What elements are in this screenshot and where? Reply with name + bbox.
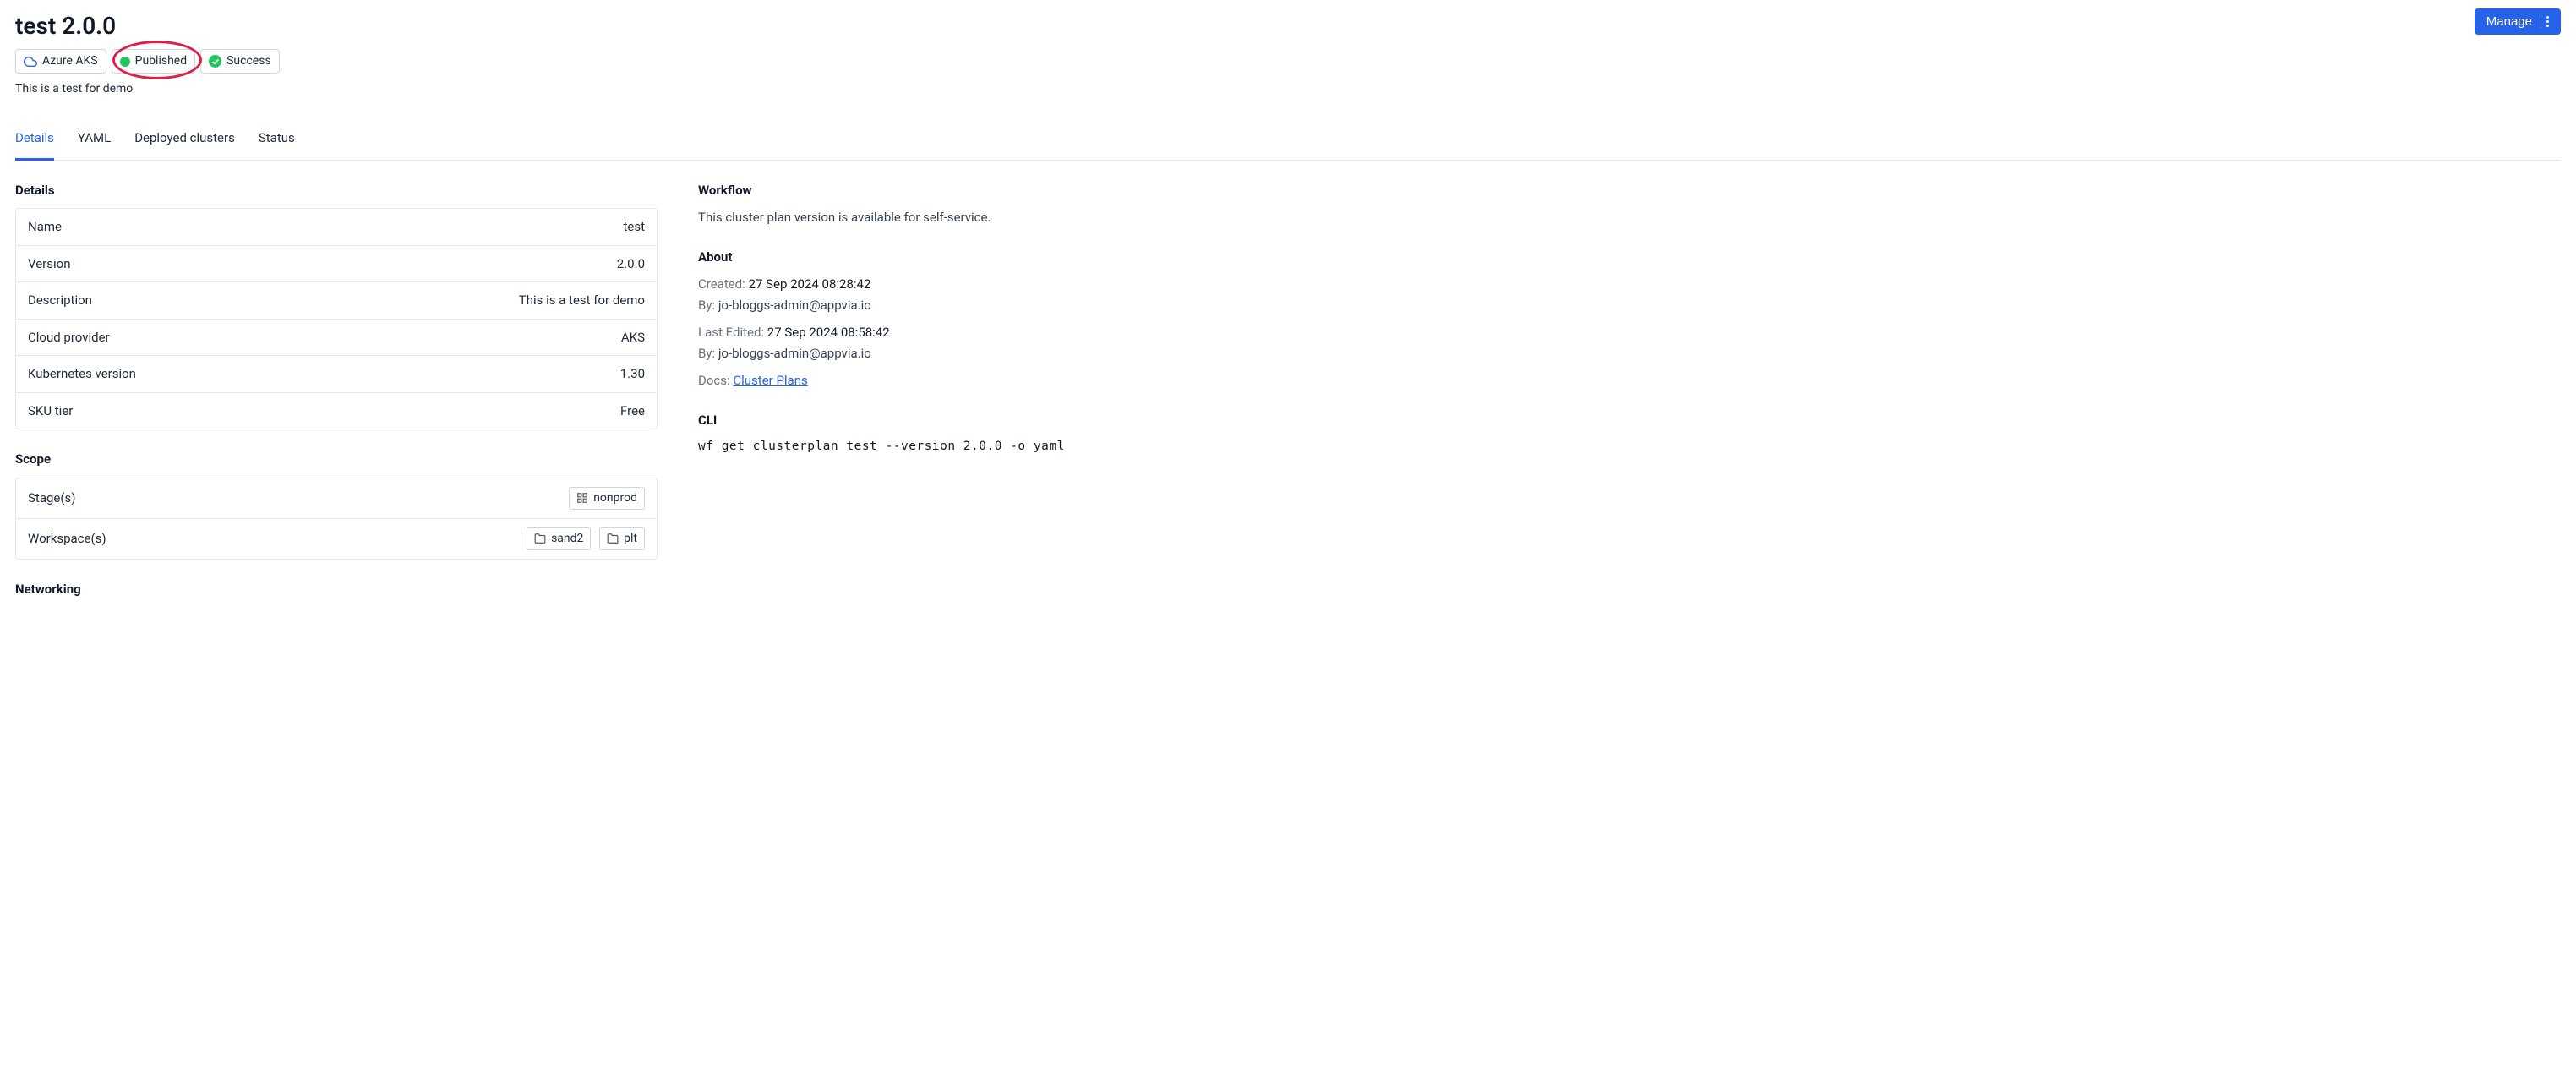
provider-badge: Azure AKS bbox=[15, 49, 106, 74]
page-title: test 2.0.0 bbox=[15, 8, 280, 44]
about-heading: About bbox=[698, 248, 2561, 267]
created-by-value: jo-bloggs-admin@appvia.io bbox=[718, 298, 871, 313]
created-value: 27 Sep 2024 08:28:42 bbox=[749, 276, 871, 292]
tab-yaml[interactable]: YAML bbox=[78, 122, 111, 161]
row-value: Free bbox=[620, 402, 645, 421]
published-badge: Published bbox=[112, 49, 195, 74]
table-row: Version 2.0.0 bbox=[16, 246, 657, 283]
tab-deployed-clusters[interactable]: Deployed clusters bbox=[134, 122, 235, 161]
created-label: Created: bbox=[698, 276, 745, 292]
table-row: Cloud provider AKS bbox=[16, 320, 657, 357]
docs-link[interactable]: Cluster Plans bbox=[733, 373, 807, 388]
workspace-chip: plt bbox=[599, 527, 645, 550]
page-subtitle: This is a test for demo bbox=[15, 80, 280, 98]
folder-icon bbox=[607, 533, 619, 544]
success-badge-label: Success bbox=[226, 52, 271, 70]
row-value: sand2 plt bbox=[521, 527, 645, 550]
row-key: SKU tier bbox=[28, 402, 73, 421]
tabs: Details YAML Deployed clusters Status bbox=[15, 122, 2561, 161]
table-row: Kubernetes version 1.30 bbox=[16, 356, 657, 393]
scope-table: Stage(s) nonprod Workspace(s) sand2 bbox=[15, 478, 658, 560]
table-row: Stage(s) nonprod bbox=[16, 478, 657, 519]
badges-row: Azure AKS Published Success bbox=[15, 49, 280, 74]
stage-chip: nonprod bbox=[569, 487, 645, 510]
published-badge-label: Published bbox=[135, 52, 187, 70]
more-dots-icon[interactable] bbox=[2541, 16, 2549, 28]
row-value: AKS bbox=[621, 328, 645, 347]
cloud-icon bbox=[24, 55, 37, 68]
workspace-chip: sand2 bbox=[527, 527, 591, 550]
folder-icon bbox=[534, 533, 546, 544]
row-key: Workspace(s) bbox=[28, 529, 106, 549]
stage-chip-label: nonprod bbox=[593, 489, 637, 507]
row-value: 2.0.0 bbox=[617, 254, 645, 274]
table-row: SKU tier Free bbox=[16, 393, 657, 429]
row-key: Name bbox=[28, 217, 62, 237]
check-circle-icon bbox=[209, 55, 221, 68]
workflow-heading: Workflow bbox=[698, 181, 2561, 200]
scope-heading: Scope bbox=[15, 450, 658, 469]
row-value: nonprod bbox=[564, 487, 645, 510]
table-row: Workspace(s) sand2 plt bbox=[16, 519, 657, 559]
provider-badge-label: Azure AKS bbox=[42, 52, 98, 70]
manage-button[interactable]: Manage bbox=[2475, 8, 2561, 35]
networking-heading: Networking bbox=[15, 580, 658, 599]
row-key: Cloud provider bbox=[28, 328, 110, 347]
table-row: Name test bbox=[16, 209, 657, 246]
row-key: Version bbox=[28, 254, 71, 274]
tab-status[interactable]: Status bbox=[259, 122, 295, 161]
grid-icon bbox=[576, 492, 588, 504]
row-key: Stage(s) bbox=[28, 489, 75, 508]
success-badge: Success bbox=[200, 49, 280, 74]
green-dot-icon bbox=[120, 57, 130, 67]
edited-by-value: jo-bloggs-admin@appvia.io bbox=[718, 346, 871, 361]
cli-command: wf get clusterplan test --version 2.0.0 … bbox=[698, 438, 2561, 456]
workspace-chip-label: plt bbox=[624, 530, 637, 548]
cli-heading: CLI bbox=[698, 411, 2561, 430]
created-by-label: By: bbox=[698, 298, 715, 313]
manage-button-label: Manage bbox=[2486, 14, 2532, 29]
workspace-chip-label: sand2 bbox=[551, 530, 583, 548]
workflow-text: This cluster plan version is available f… bbox=[698, 208, 2561, 227]
row-value: test bbox=[623, 217, 645, 237]
details-heading: Details bbox=[15, 181, 658, 200]
row-value: This is a test for demo bbox=[519, 291, 645, 310]
edited-by-label: By: bbox=[698, 346, 715, 361]
table-row: Description This is a test for demo bbox=[16, 282, 657, 320]
row-key: Description bbox=[28, 291, 92, 310]
row-value: 1.30 bbox=[620, 364, 645, 384]
edited-value: 27 Sep 2024 08:58:42 bbox=[767, 325, 890, 340]
details-table: Name test Version 2.0.0 Description This… bbox=[15, 208, 658, 429]
row-key: Kubernetes version bbox=[28, 364, 136, 384]
edited-label: Last Edited: bbox=[698, 325, 764, 340]
docs-label: Docs: bbox=[698, 373, 730, 388]
tab-details[interactable]: Details bbox=[15, 122, 54, 161]
